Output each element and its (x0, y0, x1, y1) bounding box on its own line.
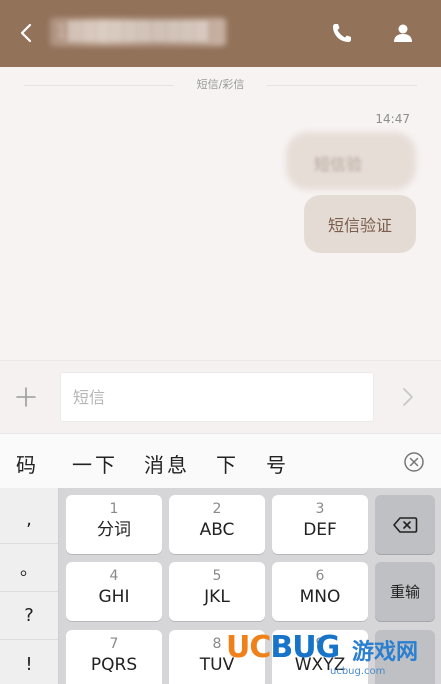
blurred-message-text: 短信验 (314, 155, 363, 174)
candidate-bar: 码 一下 消息 下 号 (0, 433, 441, 488)
watermark-domain: ucbug.com (330, 666, 386, 677)
candidate-4[interactable]: 下 (216, 449, 239, 478)
key-3[interactable]: 3 DEF (272, 495, 368, 554)
candidate-2[interactable]: 一下 (72, 449, 118, 478)
key-label: DEF (303, 520, 337, 540)
punct-period[interactable]: 。 (0, 544, 58, 592)
key-2[interactable]: 2 ABC (169, 495, 265, 554)
watermark-cn: 游戏网 (352, 640, 419, 665)
punct-question[interactable]: ? (0, 592, 58, 640)
conversation-area[interactable]: 短信/彩信 14:47 短信验 短信验证 (0, 67, 441, 360)
contact-icon[interactable] (390, 20, 416, 46)
key-number: 6 (315, 568, 325, 584)
message-input[interactable] (60, 372, 374, 422)
compose-bar (0, 360, 441, 433)
punct-comma[interactable]: , (0, 496, 58, 544)
punct-exclaim[interactable]: ! (0, 640, 58, 684)
key-number: 2 (212, 501, 222, 517)
key-label: MNO (299, 587, 341, 607)
key-1[interactable]: 1 分词 (66, 495, 162, 554)
message-type-label: 短信/彩信 (196, 78, 245, 91)
key-number: 5 (212, 568, 222, 584)
back-arrow-icon[interactable] (14, 20, 40, 46)
key-label: GHI (98, 587, 130, 607)
key-label: JKL (204, 587, 230, 607)
clear-candidates-icon[interactable] (403, 451, 425, 473)
backspace-key[interactable] (375, 495, 435, 554)
message-bubble[interactable]: 短信验证 (304, 195, 416, 253)
key-number: 3 (315, 501, 325, 517)
contact-number: 1██████████ (56, 22, 209, 42)
key-label: ABC (199, 520, 235, 540)
key-6[interactable]: 6 MNO (272, 562, 368, 621)
candidate-1[interactable]: 码 (16, 449, 39, 478)
key-5[interactable]: 5 JKL (169, 562, 265, 621)
key-number: 7 (109, 636, 119, 652)
key-7[interactable]: 7 PQRS (66, 630, 162, 684)
watermark-logo-left: UC (226, 630, 271, 665)
key-label: PQRS (90, 655, 138, 675)
watermark-logo: UCBUG (226, 630, 340, 665)
key-number: 4 (109, 568, 119, 584)
backspace-icon (393, 516, 418, 533)
ucbug-watermark: UCBUG 游戏网 ucbug.com (222, 628, 438, 684)
punctuation-column[interactable]: , 。 ? ! (0, 488, 59, 684)
app-header: 1██████████ (0, 0, 441, 67)
key-number: 1 (109, 501, 119, 517)
reenter-key[interactable]: 重输 (375, 562, 435, 621)
candidate-5[interactable]: 号 (266, 449, 289, 478)
plus-icon[interactable] (14, 385, 38, 409)
candidate-3[interactable]: 消息 (144, 449, 190, 478)
message-time: 14:47 (375, 112, 410, 126)
key-label: 分词 (97, 520, 131, 540)
send-arrow-icon[interactable] (398, 385, 418, 409)
watermark-logo-right: BUG (270, 630, 340, 665)
sms-screen: 1██████████ 短信/彩信 14:47 短信验 短信验证 码 一下 消息… (0, 0, 441, 684)
phone-icon[interactable] (329, 20, 355, 46)
reenter-label: 重输 (389, 583, 420, 601)
key-4[interactable]: 4 GHI (66, 562, 162, 621)
